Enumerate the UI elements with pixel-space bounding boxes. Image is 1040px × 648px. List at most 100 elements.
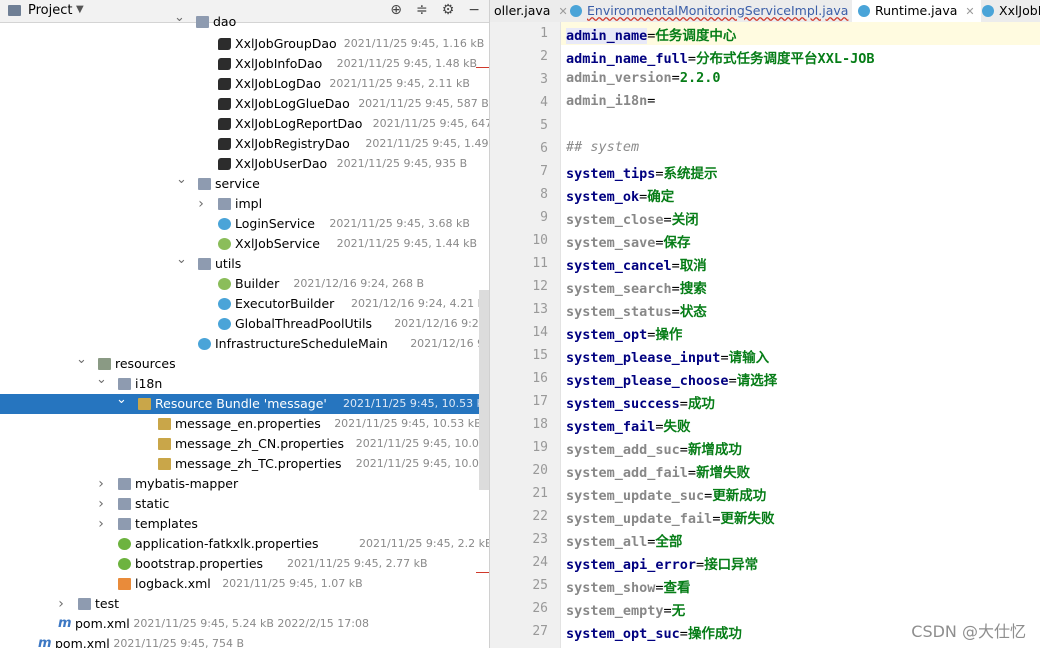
line-number: 10 [532,233,548,248]
folder-icon [118,518,131,530]
code-line[interactable]: system_please_input=请输入 [566,346,769,366]
watermark: CSDN @大仕忆 [911,622,1026,641]
chevron-right-icon[interactable]: › [96,494,106,514]
code-line[interactable]: system_add_fail=新增失败 [566,461,750,481]
chevron-down-icon[interactable]: ⌄ [174,8,185,28]
code-line[interactable]: system_add_suc=新增成功 [566,438,742,458]
tree-item[interactable]: message_en.properties 2021/11/25 9:45, 10… [0,414,490,434]
tree-item[interactable]: › mybatis-mapper [0,474,490,494]
code-line[interactable]: system_success=成功 [566,392,715,412]
code-line[interactable]: system_api_error=接口异常 [566,553,758,573]
tree-item[interactable]: › impl [0,194,490,214]
tree-item[interactable]: ⌄ dao [0,10,490,32]
code-line[interactable]: system_please_choose=请选择 [566,369,777,389]
code-line[interactable]: system_tips=系统提示 [566,162,718,182]
tree-item-label: test [95,596,120,611]
chevron-right-icon[interactable]: › [96,474,106,494]
chevron-right-icon[interactable]: › [96,514,106,534]
code-line[interactable]: system_ok=确定 [566,185,674,205]
tree-item[interactable]: application-fatkxlk.properties 2021/11/25… [0,534,490,554]
tree-item[interactable]: Builder 2021/12/16 9:24, 268 B [0,274,490,294]
chevron-down-icon[interactable]: ⌄ [176,250,187,270]
code-line[interactable]: system_status=状态 [566,300,707,320]
editor-tab-label: XxlJobEx [999,3,1040,18]
code-line[interactable]: admin_name=任务调度中心 [566,24,736,44]
tree-item[interactable]: XxlJobLogReportDao 2021/11/25 9:45, 647 B [0,114,490,134]
tree-item[interactable]: ⌄ i18n [0,372,490,394]
tree-item[interactable]: m pom.xml 2021/11/25 9:45, 754 B [0,634,490,648]
tree-item[interactable]: LoginService 2021/11/25 9:45, 3.68 kB [0,214,490,234]
chevron-right-icon[interactable]: › [196,194,206,214]
tree-item[interactable]: XxlJobInfoDao 2021/11/25 9:45, 1.48 kB [0,54,490,74]
editor-tab[interactable]: oller.java ✕ [490,0,574,22]
tree-item[interactable]: XxlJobGroupDao 2021/11/25 9:45, 1.16 kB [0,34,490,54]
chevron-right-icon[interactable]: › [56,594,66,614]
property-key: admin_name [566,28,648,44]
tree-item[interactable]: XxlJobUserDao 2021/11/25 9:45, 935 B [0,154,490,174]
tree-item[interactable]: › test [0,594,490,614]
tree-item-label: i18n [135,376,163,391]
chevron-down-icon[interactable]: ⌄ [96,370,107,390]
tree-item[interactable]: › static [0,494,490,514]
code-line[interactable]: system_update_fail=更新失败 [566,507,774,527]
editor-tab[interactable]: XxlJobEx [976,0,1040,22]
tree-item[interactable]: ⌄ utils [0,252,490,274]
property-key: system_fail [566,419,656,435]
code-line[interactable]: admin_i18n= [566,93,655,109]
code-line[interactable]: admin_version=2.2.0 [566,70,720,86]
tree-item[interactable]: › templates [0,514,490,534]
tree-item[interactable]: ⌄ resources [0,352,490,374]
editor-tab[interactable]: EnvironmentalMonitoringServiceImpl.java✕ [564,0,872,22]
code-line[interactable]: system_cancel=取消 [566,254,707,274]
maven-icon: m [58,616,72,631]
code-line[interactable]: admin_name_full=分布式任务调度平台XXL-JOB [566,47,874,67]
line-number: 13 [532,302,548,317]
code-line[interactable]: system_save=保存 [566,231,691,251]
chevron-down-icon[interactable]: ⌄ [76,350,87,370]
code-line[interactable]: system_empty=无 [566,599,685,619]
tree-item[interactable]: ⌄ service [0,172,490,194]
code-line[interactable]: system_show=查看 [566,576,691,596]
code-line[interactable]: ## system [566,139,639,155]
tree-item[interactable]: ⌄ Resource Bundle 'message' 2021/11/25 9:4… [0,392,490,414]
tree-item[interactable]: XxlJobLogGlueDao 2021/11/25 9:45, 587 B [0,94,490,114]
tree-item[interactable]: logback.xml 2021/11/25 9:45, 1.07 kB [0,574,490,594]
code-line[interactable]: system_update_suc=更新成功 [566,484,766,504]
chevron-down-icon[interactable]: ⌄ [176,170,187,190]
tree-item[interactable]: XxlJobLogDao 2021/11/25 9:45, 2.11 kB [0,74,490,94]
code-line[interactable]: system_search=搜索 [566,277,707,297]
tree-item[interactable]: InfrastructureScheduleMain2021/12/16 9:2… [0,334,490,354]
code-line[interactable]: system_fail=失败 [566,415,691,435]
dao-interface-icon [218,158,231,170]
tree-item-label: message_zh_TC.properties [175,456,342,471]
class-icon [198,338,211,350]
tree-item-meta: 2021/11/25 9:45, 2.2 kB 2022/2/15 [359,537,490,550]
scrollbar[interactable] [479,290,489,490]
tree-item[interactable]: GlobalThreadPoolUtils 2021/12/16 9:24, 1.… [0,314,490,334]
property-value: 新增失败 [696,465,751,481]
property-key: system_api_error [566,557,697,573]
code-line[interactable]: system_opt_suc=操作成功 [566,622,742,642]
tree-item-meta: 2021/11/25 9:45, 1.49 kB [365,137,490,150]
editor-tab[interactable]: Runtime.java ✕ [852,0,981,24]
line-number: 25 [532,578,548,593]
tree-item-label: resources [115,356,176,371]
code-line[interactable]: system_opt=操作 [566,323,682,343]
property-separator: = [687,465,697,481]
property-separator: = [671,258,680,274]
tree-item[interactable]: ExecutorBuilder 2021/12/16 9:24, 4.21 kB [0,294,490,314]
line-number: 16 [532,371,548,386]
tree-item[interactable]: XxlJobService 2021/11/25 9:45, 1.44 kB [0,234,490,254]
chevron-down-icon[interactable]: ⌄ [116,390,127,410]
tree-item[interactable]: message_zh_CN.properties 2021/11/25 9:45,… [0,434,490,454]
close-icon[interactable]: ✕ [965,5,974,18]
line-number: 6 [540,141,548,156]
line-number: 23 [532,532,548,547]
tree-item[interactable]: XxlJobRegistryDao 2021/11/25 9:45, 1.49 k… [0,134,490,154]
tree-item[interactable]: m pom.xml 2021/11/25 9:45, 5.24 kB 2022/2/… [0,614,490,634]
tree-item[interactable]: bootstrap.properties 2021/11/25 9:45, 2.7… [0,554,490,574]
code-line[interactable]: system_close=关闭 [566,208,699,228]
code-line[interactable]: system_all=全部 [566,530,682,550]
tree-item[interactable]: message_zh_TC.properties 2021/11/25 9:45,… [0,454,490,474]
interface-icon [218,238,231,250]
